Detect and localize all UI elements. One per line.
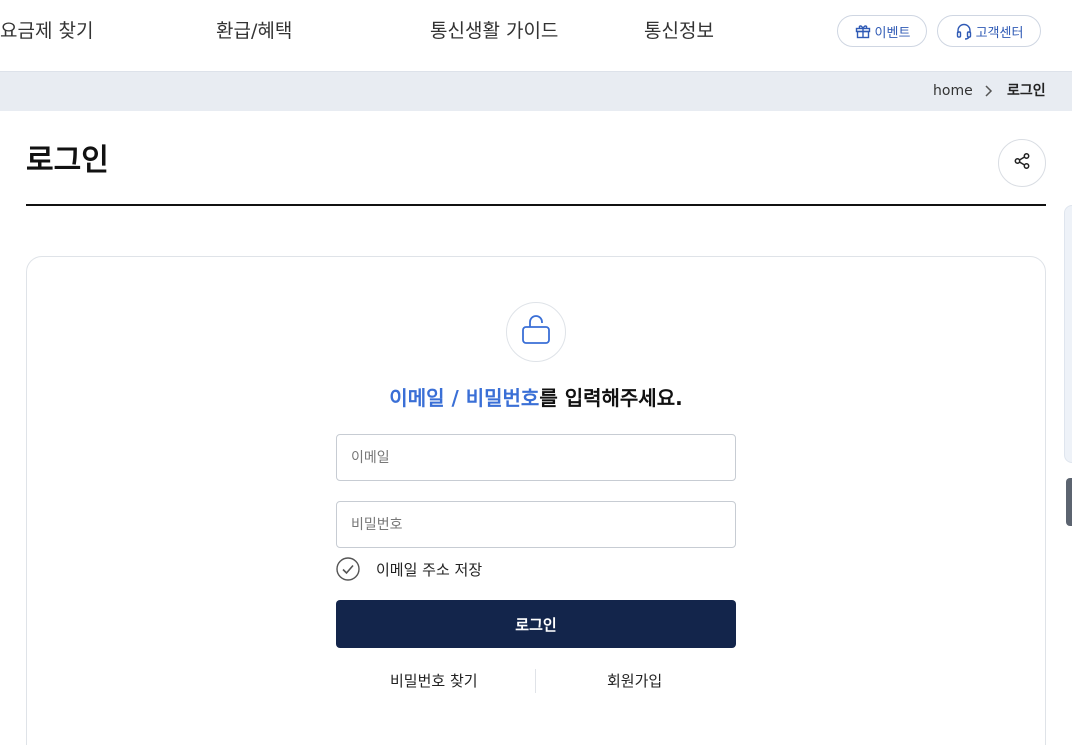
share-button[interactable]	[998, 139, 1046, 187]
event-button-label: 이벤트	[874, 25, 911, 41]
email-field[interactable]	[336, 434, 736, 481]
gift-icon	[854, 22, 872, 40]
nav-item-refund-benefits[interactable]: 환급/혜택	[216, 19, 292, 43]
floating-side-panel[interactable]	[1064, 205, 1072, 463]
check-circle-icon[interactable]	[336, 557, 360, 581]
headline-accent: 이메일 / 비밀번호	[389, 386, 540, 410]
customer-center-button[interactable]: 고객센터	[937, 15, 1041, 47]
remember-email-label: 이메일 주소 저장	[376, 560, 483, 579]
title-divider	[26, 204, 1046, 206]
chevron-right-icon	[983, 83, 993, 102]
unlock-icon	[520, 313, 552, 351]
login-button[interactable]: 로그인	[336, 600, 736, 648]
password-field[interactable]	[336, 501, 736, 548]
login-page: 요금제 찾기 환급/혜택 통신생활 가이드 통신정보 이벤트 고객센터 home…	[0, 0, 1072, 745]
nav-item-telecom-info[interactable]: 통신정보	[644, 19, 714, 43]
event-button[interactable]: 이벤트	[837, 15, 927, 47]
headset-icon	[955, 22, 973, 40]
breadcrumb-current: 로그인	[1007, 83, 1046, 99]
signup-link[interactable]: 회원가입	[607, 671, 662, 691]
find-password-link[interactable]: 비밀번호 찾기	[390, 671, 478, 691]
headline-rest: 를 입력해주세요.	[539, 386, 683, 410]
breadcrumb: home 로그인	[0, 71, 1072, 111]
share-icon	[1013, 152, 1031, 174]
links-divider	[535, 669, 536, 693]
breadcrumb-home[interactable]: home	[933, 82, 973, 100]
remember-email-checkbox[interactable]: 이메일 주소 저장	[336, 557, 482, 581]
lock-badge	[506, 302, 566, 362]
top-navigation: 요금제 찾기 환급/혜택 통신생활 가이드 통신정보 이벤트 고객센터	[0, 0, 1072, 72]
nav-item-plan-search[interactable]: 요금제 찾기	[0, 19, 93, 43]
customer-center-label: 고객센터	[975, 25, 1024, 41]
nav-item-telecom-guide[interactable]: 통신생활 가이드	[430, 19, 558, 43]
page-title: 로그인	[26, 143, 109, 178]
login-headline: 이메일 / 비밀번호를 입력해주세요.	[336, 384, 736, 412]
scroll-handle[interactable]	[1066, 478, 1072, 526]
